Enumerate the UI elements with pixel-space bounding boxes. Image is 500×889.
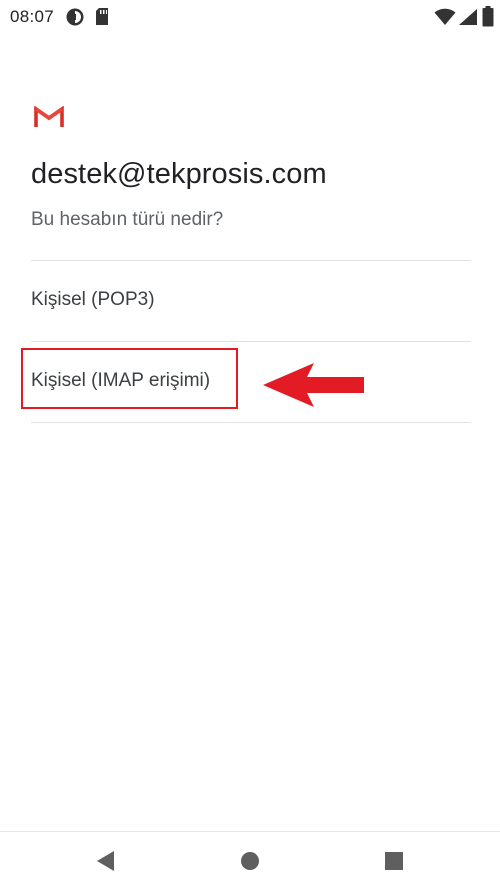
navigation-bar — [0, 831, 500, 889]
highlight-box — [21, 348, 238, 409]
divider — [31, 260, 471, 261]
divider — [31, 422, 471, 423]
option-pop3[interactable]: Kişisel (POP3) — [31, 280, 451, 320]
home-icon[interactable] — [237, 848, 263, 874]
account-type-question: Bu hesabın türü nedir? — [31, 209, 224, 230]
back-icon[interactable] — [93, 848, 119, 874]
cell-signal-icon — [458, 8, 478, 31]
status-time: 08:07 — [10, 7, 55, 26]
sd-card-icon — [95, 7, 109, 31]
gmail-m-icon — [34, 105, 64, 128]
account-email: destek@tekprosis.com — [31, 158, 327, 190]
divider — [31, 341, 471, 342]
red-arrow-icon — [262, 362, 366, 408]
battery-icon — [482, 6, 494, 32]
wifi-icon — [434, 8, 456, 31]
setup-screen: 08:07 destek@tekprosis.com Bu hesabın tü… — [0, 0, 500, 889]
option-label: Kişisel (POP3) — [31, 289, 155, 310]
recents-icon[interactable] — [381, 848, 407, 874]
status-bar: 08:07 — [0, 0, 500, 34]
data-saver-icon — [65, 7, 85, 32]
